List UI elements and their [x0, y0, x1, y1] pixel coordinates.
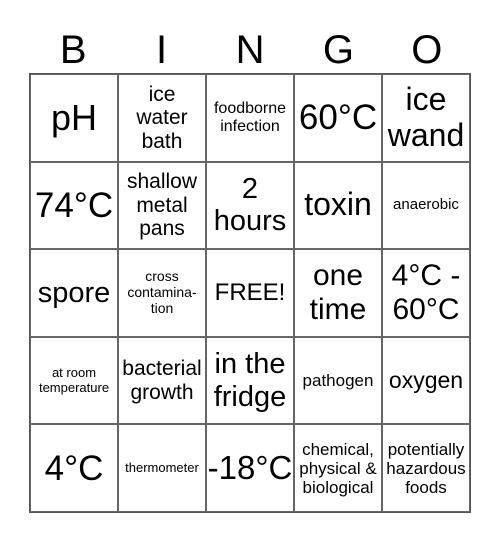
header-letter-n: N	[235, 28, 265, 72]
cell-label: thermometer	[125, 459, 199, 475]
bingo-cell[interactable]: oxygen	[382, 336, 470, 425]
bingo-cell[interactable]: toxin	[294, 161, 382, 250]
bingo-cell[interactable]: one time	[294, 249, 382, 337]
bingo-cell[interactable]: potentially hazardous foods	[382, 424, 470, 512]
bingo-header: B I N G O	[29, 28, 471, 72]
cell-label: bacterial growth	[122, 357, 202, 404]
cell-label: 4°C	[44, 448, 104, 488]
cell-label: foodborne infection	[213, 99, 287, 135]
bingo-cell[interactable]: 74°C	[30, 161, 118, 250]
cell-label: 4°C - 60°C	[391, 259, 461, 326]
bingo-cell[interactable]: cross contamina-tion	[118, 249, 206, 337]
cell-label: cross contamina-tion	[127, 268, 197, 316]
cell-label: pH	[50, 96, 98, 138]
cell-label: pathogen	[302, 371, 374, 391]
cell-label: toxin	[304, 186, 372, 223]
bingo-cell[interactable]: thermometer	[118, 424, 206, 512]
bingo-cell[interactable]: in the fridge	[206, 336, 294, 425]
cell-label: chemical, physical & biological	[299, 439, 377, 497]
cell-label: in the fridge	[213, 348, 287, 413]
header-letter-g: G	[322, 28, 354, 72]
cell-label: at room temperature	[38, 365, 110, 395]
bingo-grid: pH ice water bath foodborne infection 60°C i…	[29, 73, 471, 513]
header-letter-i: I	[156, 28, 168, 72]
cell-label: 2 hours	[213, 172, 287, 238]
header-letter-o: O	[411, 28, 443, 72]
bingo-cell[interactable]: FREE!	[206, 249, 294, 337]
cell-label: spore	[37, 276, 111, 309]
bingo-cell[interactable]: anaerobic	[382, 161, 470, 250]
cell-label: oxygen	[388, 366, 464, 393]
bingo-cell[interactable]: pathogen	[294, 336, 382, 425]
bingo-cell[interactable]: spore	[30, 249, 118, 337]
bingo-cell[interactable]: 2 hours	[206, 161, 294, 250]
bingo-cell[interactable]: 60°C	[294, 74, 382, 162]
cell-label: shallow metal pans	[126, 170, 198, 241]
bingo-cell[interactable]: 4°C	[30, 424, 118, 512]
bingo-cell[interactable]: ice water bath	[118, 74, 206, 162]
cell-label: one time	[309, 259, 367, 326]
bingo-cell[interactable]: ice wand	[382, 74, 470, 162]
bingo-cell[interactable]: pH	[30, 74, 118, 162]
bingo-cell[interactable]: foodborne infection	[206, 74, 294, 162]
cell-label: FREE!	[214, 278, 286, 306]
bingo-cell[interactable]: chemical, physical & biological	[294, 424, 382, 512]
cell-label: 74°C	[34, 185, 114, 225]
header-letter-b: B	[59, 28, 87, 72]
cell-label: anaerobic	[393, 195, 459, 213]
cell-label: ice water bath	[136, 82, 188, 153]
bingo-cell[interactable]: bacterial growth	[118, 336, 206, 425]
bingo-cell[interactable]: at room temperature	[30, 336, 118, 425]
cell-label: 60°C	[298, 98, 378, 138]
cell-label: -18°C	[207, 448, 293, 486]
cell-label: ice wand	[387, 80, 465, 153]
bingo-cell[interactable]: 4°C - 60°C	[382, 249, 470, 337]
bingo-cell[interactable]: shallow metal pans	[118, 161, 206, 250]
bingo-cell[interactable]: -18°C	[206, 424, 294, 512]
cell-label: potentially hazardous foods	[386, 439, 466, 497]
